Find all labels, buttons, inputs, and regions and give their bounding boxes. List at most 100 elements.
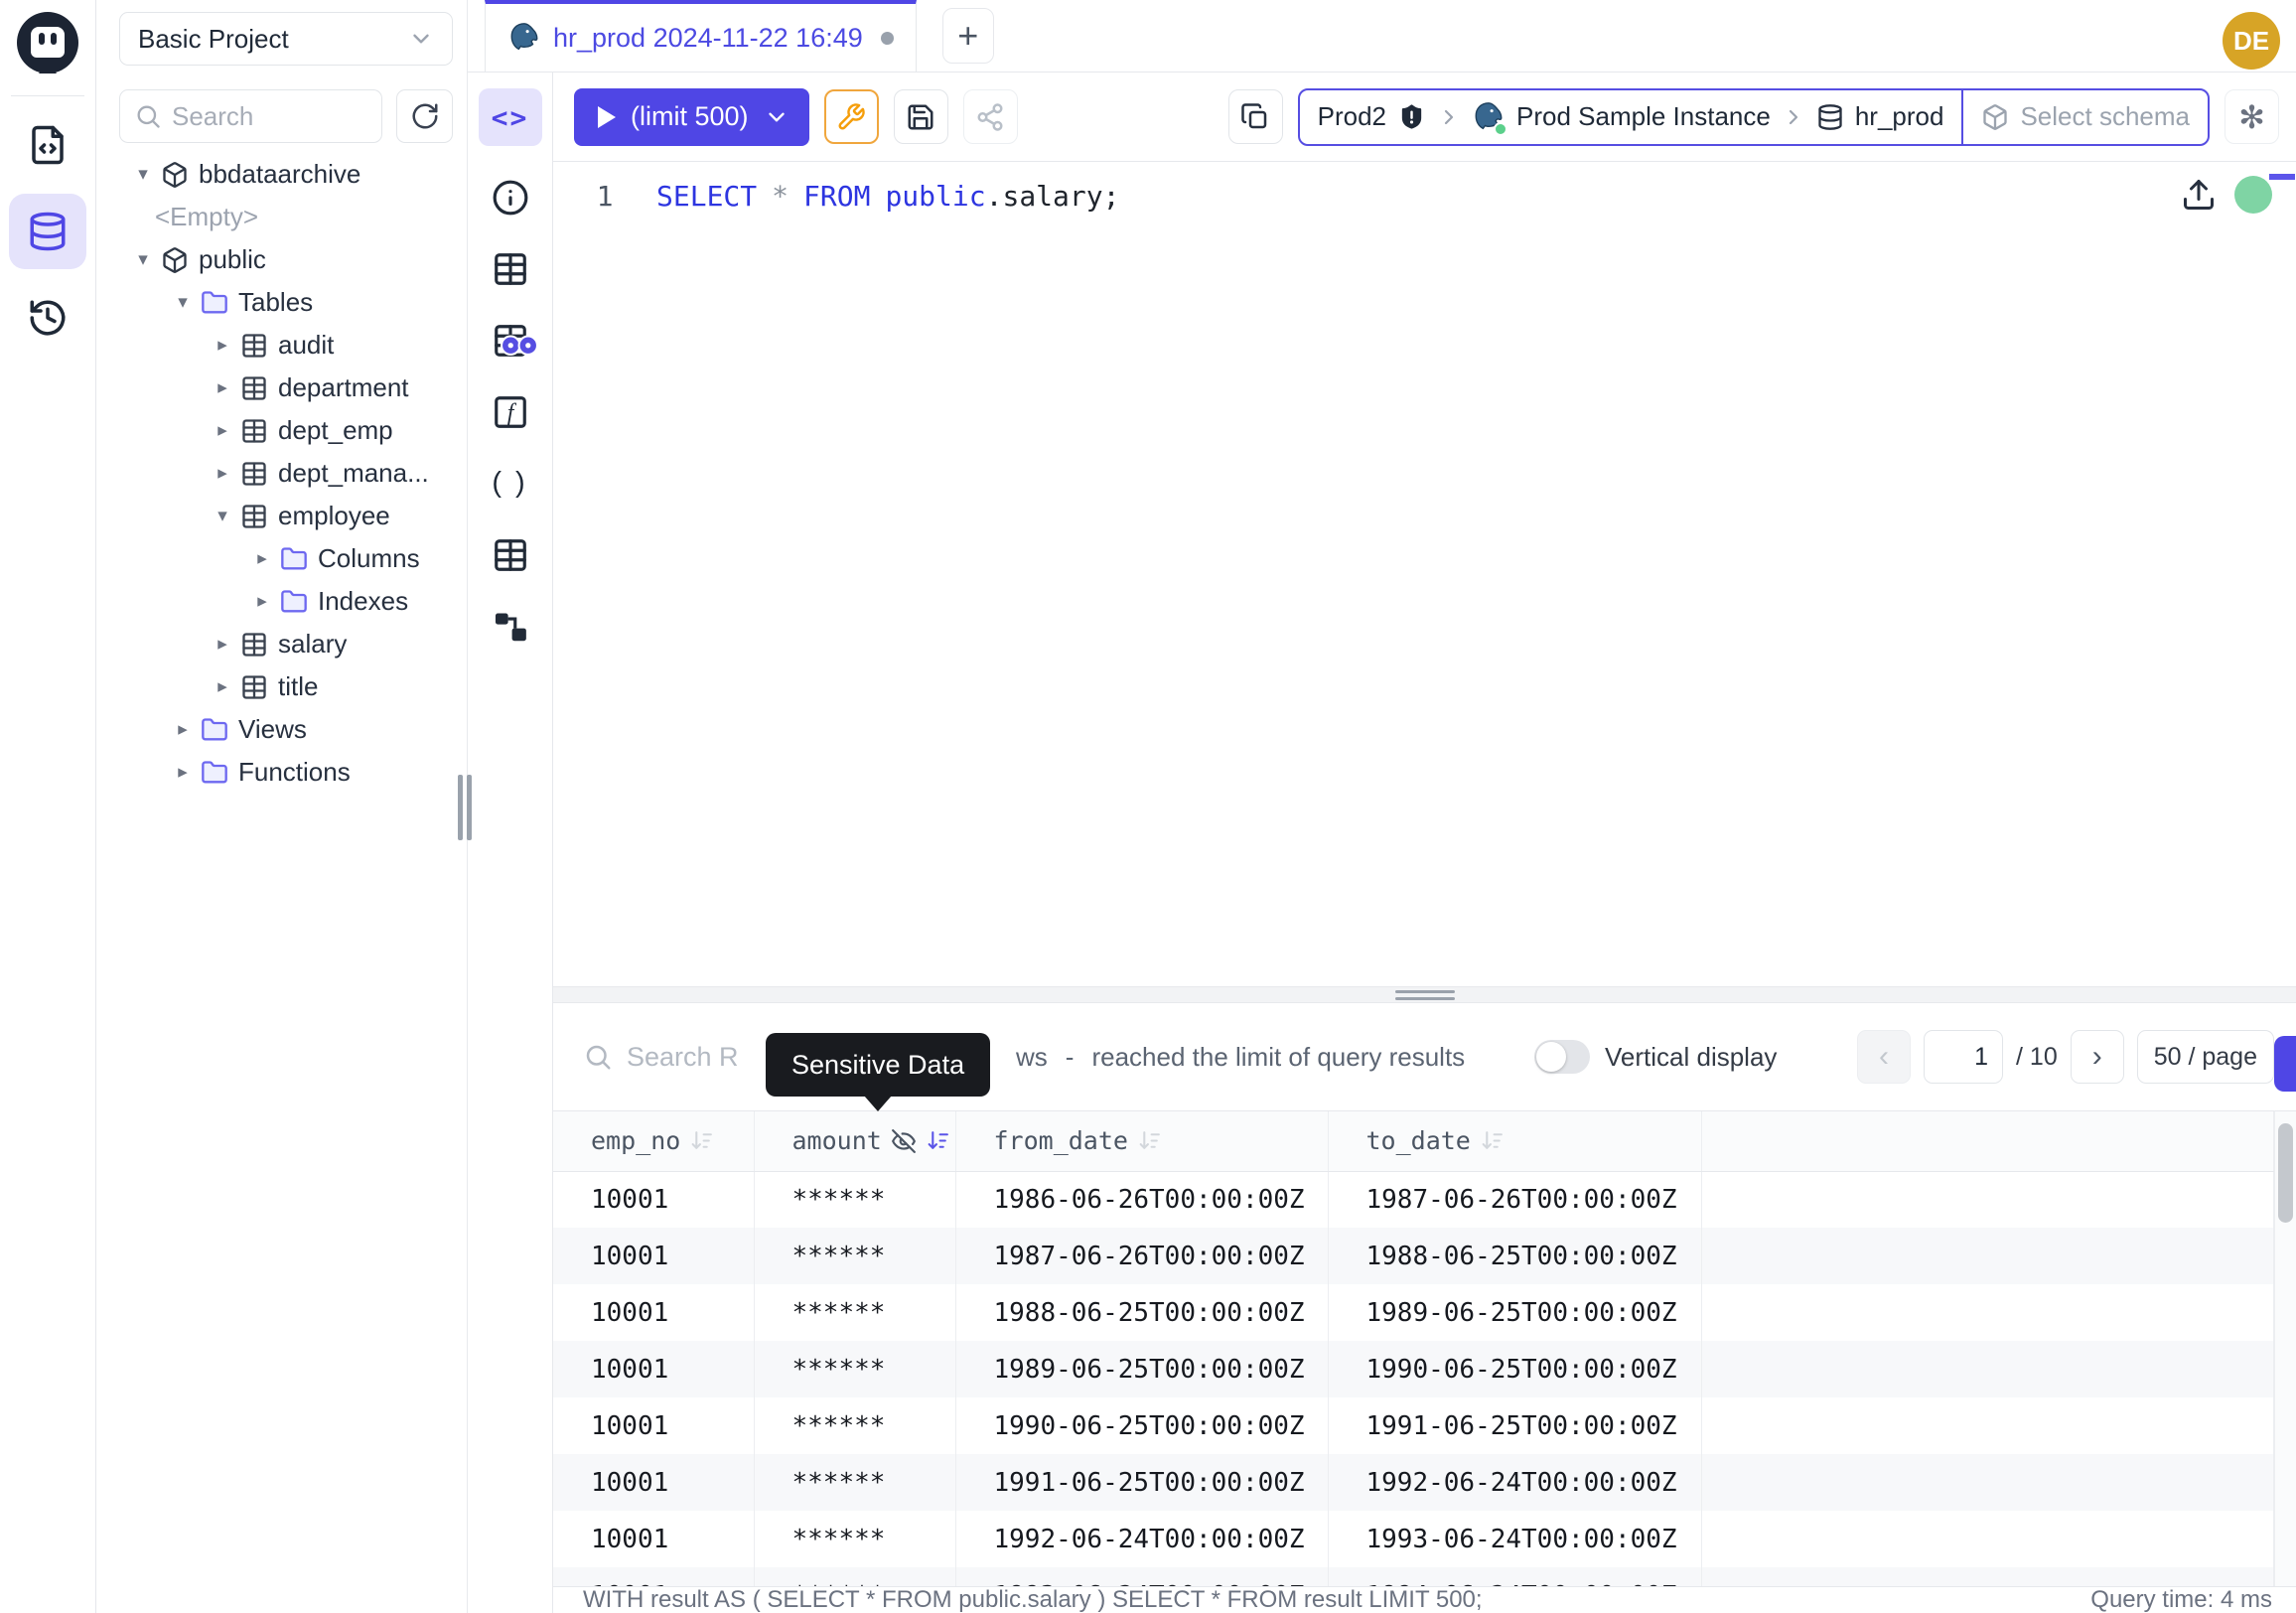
cell[interactable]: 10001 [553,1454,754,1511]
tree-item-columns[interactable]: ▸Columns [96,537,467,580]
tree-caret[interactable]: ▸ [211,675,234,698]
results-scrollbar[interactable] [2274,1110,2296,1586]
tree-item-functions[interactable]: ▸Functions [96,751,467,794]
rail-item-worksheets[interactable] [9,107,86,183]
tree-caret[interactable]: ▸ [211,633,234,656]
column-header-from-date[interactable]: from_date [955,1111,1328,1171]
connection-path[interactable]: Prod2 Prod Sample Instance hr_prod [1300,90,1962,144]
info-panel-button[interactable] [489,177,532,218]
schema-diagram-button[interactable] [489,606,532,647]
table-row[interactable]: 10001******1986-06-26T00:00:00Z1987-06-2… [553,1171,2274,1228]
cell[interactable]: 1990-06-25T00:00:00Z [1328,1341,1701,1397]
column-header-emp-no[interactable]: emp_no [553,1111,754,1171]
tables-panel-button[interactable] [489,248,532,289]
tree-caret[interactable]: ▸ [250,547,274,570]
tree-item-views[interactable]: ▸Views [96,708,467,751]
cell-masked[interactable]: ****** [754,1511,955,1567]
tree-item-table[interactable]: ▸title [96,665,467,708]
share-sheet-button[interactable] [963,89,1018,144]
page-size-button[interactable]: 50 / page [2137,1030,2274,1084]
next-page-button[interactable]: › [2071,1030,2124,1084]
sidebar-resize-handle[interactable] [458,775,472,840]
cell-masked[interactable]: ****** [754,1228,955,1284]
tree-item-table[interactable]: ▸dept_emp [96,409,467,452]
tree-caret[interactable]: ▾ [171,291,195,314]
tab-worksheet[interactable]: hr_prod 2024-11-22 16:49 [485,0,917,72]
cell-masked[interactable]: ****** [754,1284,955,1341]
results-resize-handle[interactable] [553,986,2296,1003]
cell[interactable]: 10001 [553,1171,754,1228]
cell[interactable]: 1993-06-24T00:00:00Z [1328,1511,1701,1567]
sidebar-search[interactable] [119,89,382,143]
save-sheet-button[interactable] [894,89,948,144]
rail-item-history[interactable] [9,280,86,356]
cell[interactable]: 1988-06-25T00:00:00Z [955,1284,1328,1341]
tree-caret[interactable]: ▸ [250,590,274,613]
functions-panel-button[interactable] [489,391,532,432]
table-row[interactable]: 10001******1992-06-24T00:00:00Z1993-06-2… [553,1511,2274,1567]
tree-caret[interactable]: ▸ [211,376,234,399]
tree-item-table[interactable]: ▸dept_mana... [96,452,467,495]
column-header-to-date[interactable]: to_date [1328,1111,1701,1171]
scrollbar-thumb[interactable] [2278,1123,2293,1223]
sql-editor-mode-button[interactable]: <> [479,88,542,146]
tree-item-indexes[interactable]: ▸Indexes [96,580,467,623]
eye-off-icon[interactable] [891,1128,917,1154]
table-row[interactable]: 10001******1993-06-24T00:00:00Z1994-06-2… [553,1567,2274,1586]
rail-item-databases[interactable] [9,194,86,269]
cell[interactable]: 1986-06-26T00:00:00Z [955,1171,1328,1228]
external-tables-panel-button[interactable] [489,534,532,575]
tree-item-table[interactable]: ▸salary [96,623,467,665]
project-selector[interactable]: Basic Project [119,12,453,66]
prev-page-button[interactable]: ‹ [1857,1030,1911,1084]
cell-masked[interactable]: ****** [754,1454,955,1511]
tree-caret[interactable]: ▸ [211,419,234,442]
refresh-schema-button[interactable] [396,89,453,143]
cell[interactable]: 10001 [553,1567,754,1586]
column-header-amount[interactable]: amount [754,1111,955,1171]
table-row[interactable]: 10001******1990-06-25T00:00:00Z1991-06-2… [553,1397,2274,1454]
cell[interactable]: 10001 [553,1228,754,1284]
cell[interactable]: 1988-06-25T00:00:00Z [1328,1228,1701,1284]
cell-masked[interactable]: ****** [754,1567,955,1586]
tree-item-tables[interactable]: ▾Tables [96,281,467,324]
table-row[interactable]: 10001******1987-06-26T00:00:00Z1988-06-2… [553,1228,2274,1284]
sort-icon[interactable] [926,1128,950,1153]
table-row[interactable]: 10001******1989-06-25T00:00:00Z1990-06-2… [553,1341,2274,1397]
cell-masked[interactable]: ****** [754,1341,955,1397]
cell[interactable]: 1994-06-24T00:00:00Z [1328,1567,1701,1586]
tree-caret[interactable]: ▾ [131,248,155,271]
page-number-input[interactable] [1924,1030,2003,1084]
tree-item-table[interactable]: ▸department [96,367,467,409]
tree-item-database[interactable]: ▾bbdataarchive [96,153,467,196]
chevron-down-icon[interactable] [764,104,789,130]
sidebar-search-input[interactable] [172,101,367,132]
cell[interactable]: 1989-06-25T00:00:00Z [1328,1284,1701,1341]
batch-query-button[interactable] [1228,89,1283,144]
sort-icon[interactable] [1137,1128,1162,1153]
new-tab-button[interactable]: + [942,8,994,64]
table-preview-button[interactable] [489,320,532,361]
ai-assistant-button[interactable]: ✻ [2224,89,2279,144]
tree-caret[interactable]: ▸ [171,718,195,741]
procedures-panel-button[interactable]: ( ) [489,463,532,504]
avatar[interactable]: DE [2223,12,2280,70]
tree-caret[interactable]: ▾ [131,163,155,186]
cell-masked[interactable]: ****** [754,1171,955,1228]
cell[interactable]: 1989-06-25T00:00:00Z [955,1341,1328,1397]
sql-code-editor[interactable]: 1 SELECT*FROMpublic.salary; [553,162,2296,986]
sort-icon[interactable] [1480,1128,1505,1153]
tree-caret[interactable]: ▸ [211,334,234,357]
cell-masked[interactable]: ****** [754,1397,955,1454]
format-sql-button[interactable] [824,89,879,144]
cell[interactable]: 1991-06-25T00:00:00Z [955,1454,1328,1511]
cell[interactable]: 1990-06-25T00:00:00Z [955,1397,1328,1454]
tree-caret[interactable]: ▸ [171,761,195,784]
schema-selector[interactable]: Select schema [1963,90,2208,144]
tree-item-table[interactable]: ▾employee [96,495,467,537]
tree-item-schema[interactable]: ▾public [96,238,467,281]
app-logo[interactable] [17,12,78,73]
cell[interactable]: 10001 [553,1284,754,1341]
table-row[interactable]: 10001******1991-06-25T00:00:00Z1992-06-2… [553,1454,2274,1511]
vertical-display-toggle[interactable] [1534,1040,1590,1074]
